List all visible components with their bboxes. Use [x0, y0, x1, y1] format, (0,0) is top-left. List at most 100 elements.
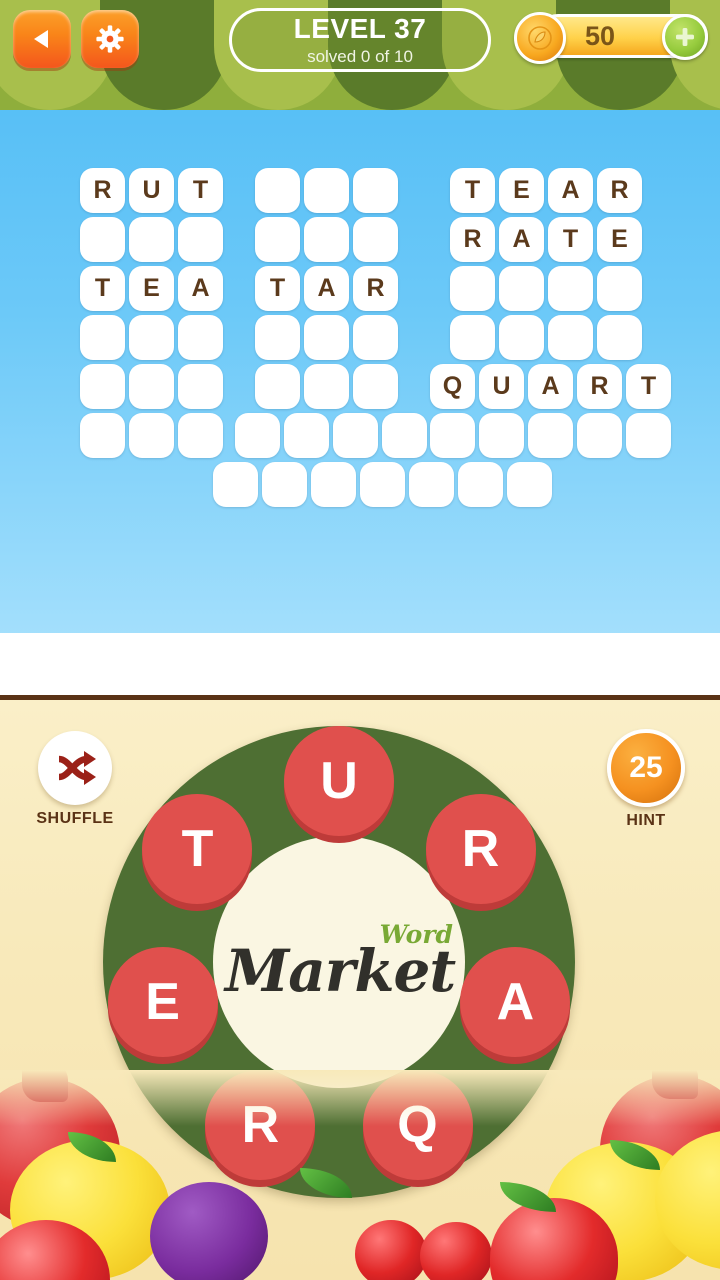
grid-tile-empty [284, 413, 329, 458]
gold-coin-icon [514, 12, 566, 64]
grid-tile-empty [255, 217, 300, 262]
grid-tile-empty [458, 462, 503, 507]
grid-tile-filled: R [597, 168, 642, 213]
grid-tile-empty [382, 413, 427, 458]
game-logo: Market Word [219, 912, 459, 1012]
shuffle-button[interactable] [38, 731, 112, 805]
shuffle-arrows-icon [58, 751, 96, 785]
grid-tile-empty [80, 315, 125, 360]
grid-tile-empty [213, 462, 258, 507]
grid-tile-empty [178, 413, 223, 458]
grid-tile-filled: R [80, 168, 125, 213]
wheel-letter-tile[interactable]: T [142, 794, 253, 905]
grid-tile-empty [353, 364, 398, 409]
grid-tile-empty [353, 315, 398, 360]
grid-tile-empty [353, 217, 398, 262]
coin-count-value: 50 [584, 21, 616, 51]
grid-tile-empty [129, 364, 174, 409]
grid-tile-empty [80, 364, 125, 409]
grid-tile-empty [479, 413, 524, 458]
grid-tile-empty [262, 462, 307, 507]
cherry-fruit [420, 1222, 492, 1280]
shuffle-label: SHUFFLE [36, 810, 114, 827]
grid-tile-filled: R [353, 266, 398, 311]
grid-tile-filled: U [479, 364, 524, 409]
grid-tile-empty [507, 462, 552, 507]
grid-tile-empty [255, 315, 300, 360]
cherry-fruit [355, 1220, 427, 1280]
level-title: LEVEL 37 [293, 13, 427, 44]
grid-tile-filled: T [548, 217, 593, 262]
grid-tile-empty [577, 413, 622, 458]
wheel-letter-tile[interactable]: Q [362, 1070, 473, 1181]
pomegranate-crown [652, 1070, 698, 1099]
grid-tile-filled: R [450, 217, 495, 262]
grid-tile-empty [178, 364, 223, 409]
add-coins-button[interactable] [662, 14, 708, 60]
grid-tile-empty [548, 315, 593, 360]
grid-tile-empty [548, 266, 593, 311]
grid-tile-empty [499, 315, 544, 360]
lemon-fruit [655, 1130, 720, 1270]
grid-tile-empty [528, 413, 573, 458]
grid-tile-filled: A [178, 266, 223, 311]
grid-tile-filled: T [80, 266, 125, 311]
grid-tile-filled: Q [430, 364, 475, 409]
grid-tile-empty [597, 266, 642, 311]
plum-fruit [150, 1182, 268, 1280]
grid-tile-empty [597, 315, 642, 360]
grid-tile-empty [430, 413, 475, 458]
settings-button[interactable] [81, 10, 139, 68]
board-divider-band [0, 633, 720, 695]
wheel-letter-tile[interactable]: E [107, 947, 218, 1058]
grid-tile-empty [409, 462, 454, 507]
strawberry-fruit [490, 1198, 618, 1280]
grid-tile-empty [178, 315, 223, 360]
grid-tile-filled: T [178, 168, 223, 213]
grid-tile-empty [129, 413, 174, 458]
plus-icon [676, 28, 694, 46]
leaf-decoration [500, 1182, 556, 1212]
grid-tile-filled: A [528, 364, 573, 409]
grid-tile-filled: T [450, 168, 495, 213]
grid-tile-empty [80, 413, 125, 458]
grid-tile-filled: R [577, 364, 622, 409]
grid-tile-filled: A [304, 266, 349, 311]
pomegranate-fruit [600, 1075, 720, 1225]
wheel-letter-tile[interactable]: U [284, 726, 394, 836]
grid-tile-empty [255, 364, 300, 409]
grid-tile-empty [235, 413, 280, 458]
grid-tile-empty [626, 413, 671, 458]
letter-wheel-panel: SHUFFLE 25 HINT Market Word URAQRET [0, 695, 720, 1280]
grid-tile-empty [499, 266, 544, 311]
grid-tile-empty [450, 315, 495, 360]
wheel-letter-tile[interactable]: A [460, 947, 571, 1058]
grid-tile-filled: T [626, 364, 671, 409]
grid-tile-filled: E [499, 168, 544, 213]
grid-tile-empty [333, 413, 378, 458]
hint-button[interactable]: 25 [607, 729, 685, 807]
grid-tile-empty [353, 168, 398, 213]
leaf-decoration [610, 1140, 660, 1170]
pomegranate-fruit [0, 1078, 120, 1228]
coin-leaf-glyph [528, 26, 552, 50]
wheel-letter-tile[interactable]: R [205, 1070, 316, 1181]
grid-tile-empty [178, 217, 223, 262]
puzzle-board: RUTTEARRATETEATARQUART [0, 100, 720, 635]
top-header-bar: LEVEL 37 solved 0 of 10 50 [0, 0, 720, 110]
grid-tile-empty [129, 315, 174, 360]
gear-icon [96, 25, 124, 53]
leaf-decoration [68, 1132, 116, 1162]
lemon-fruit [10, 1140, 170, 1280]
lemon-fruit [545, 1142, 705, 1280]
grid-tile-empty [304, 364, 349, 409]
grid-tile-empty [129, 217, 174, 262]
grid-tile-filled: A [548, 168, 593, 213]
hint-count-value: 25 [629, 751, 663, 784]
grid-tile-filled: E [597, 217, 642, 262]
hint-label: HINT [626, 812, 666, 829]
wheel-letter-tile[interactable]: R [425, 794, 536, 905]
strawberry-fruit [0, 1220, 110, 1280]
back-button[interactable] [13, 10, 71, 68]
letter-wheel[interactable]: Market Word URAQRET [103, 726, 575, 1198]
